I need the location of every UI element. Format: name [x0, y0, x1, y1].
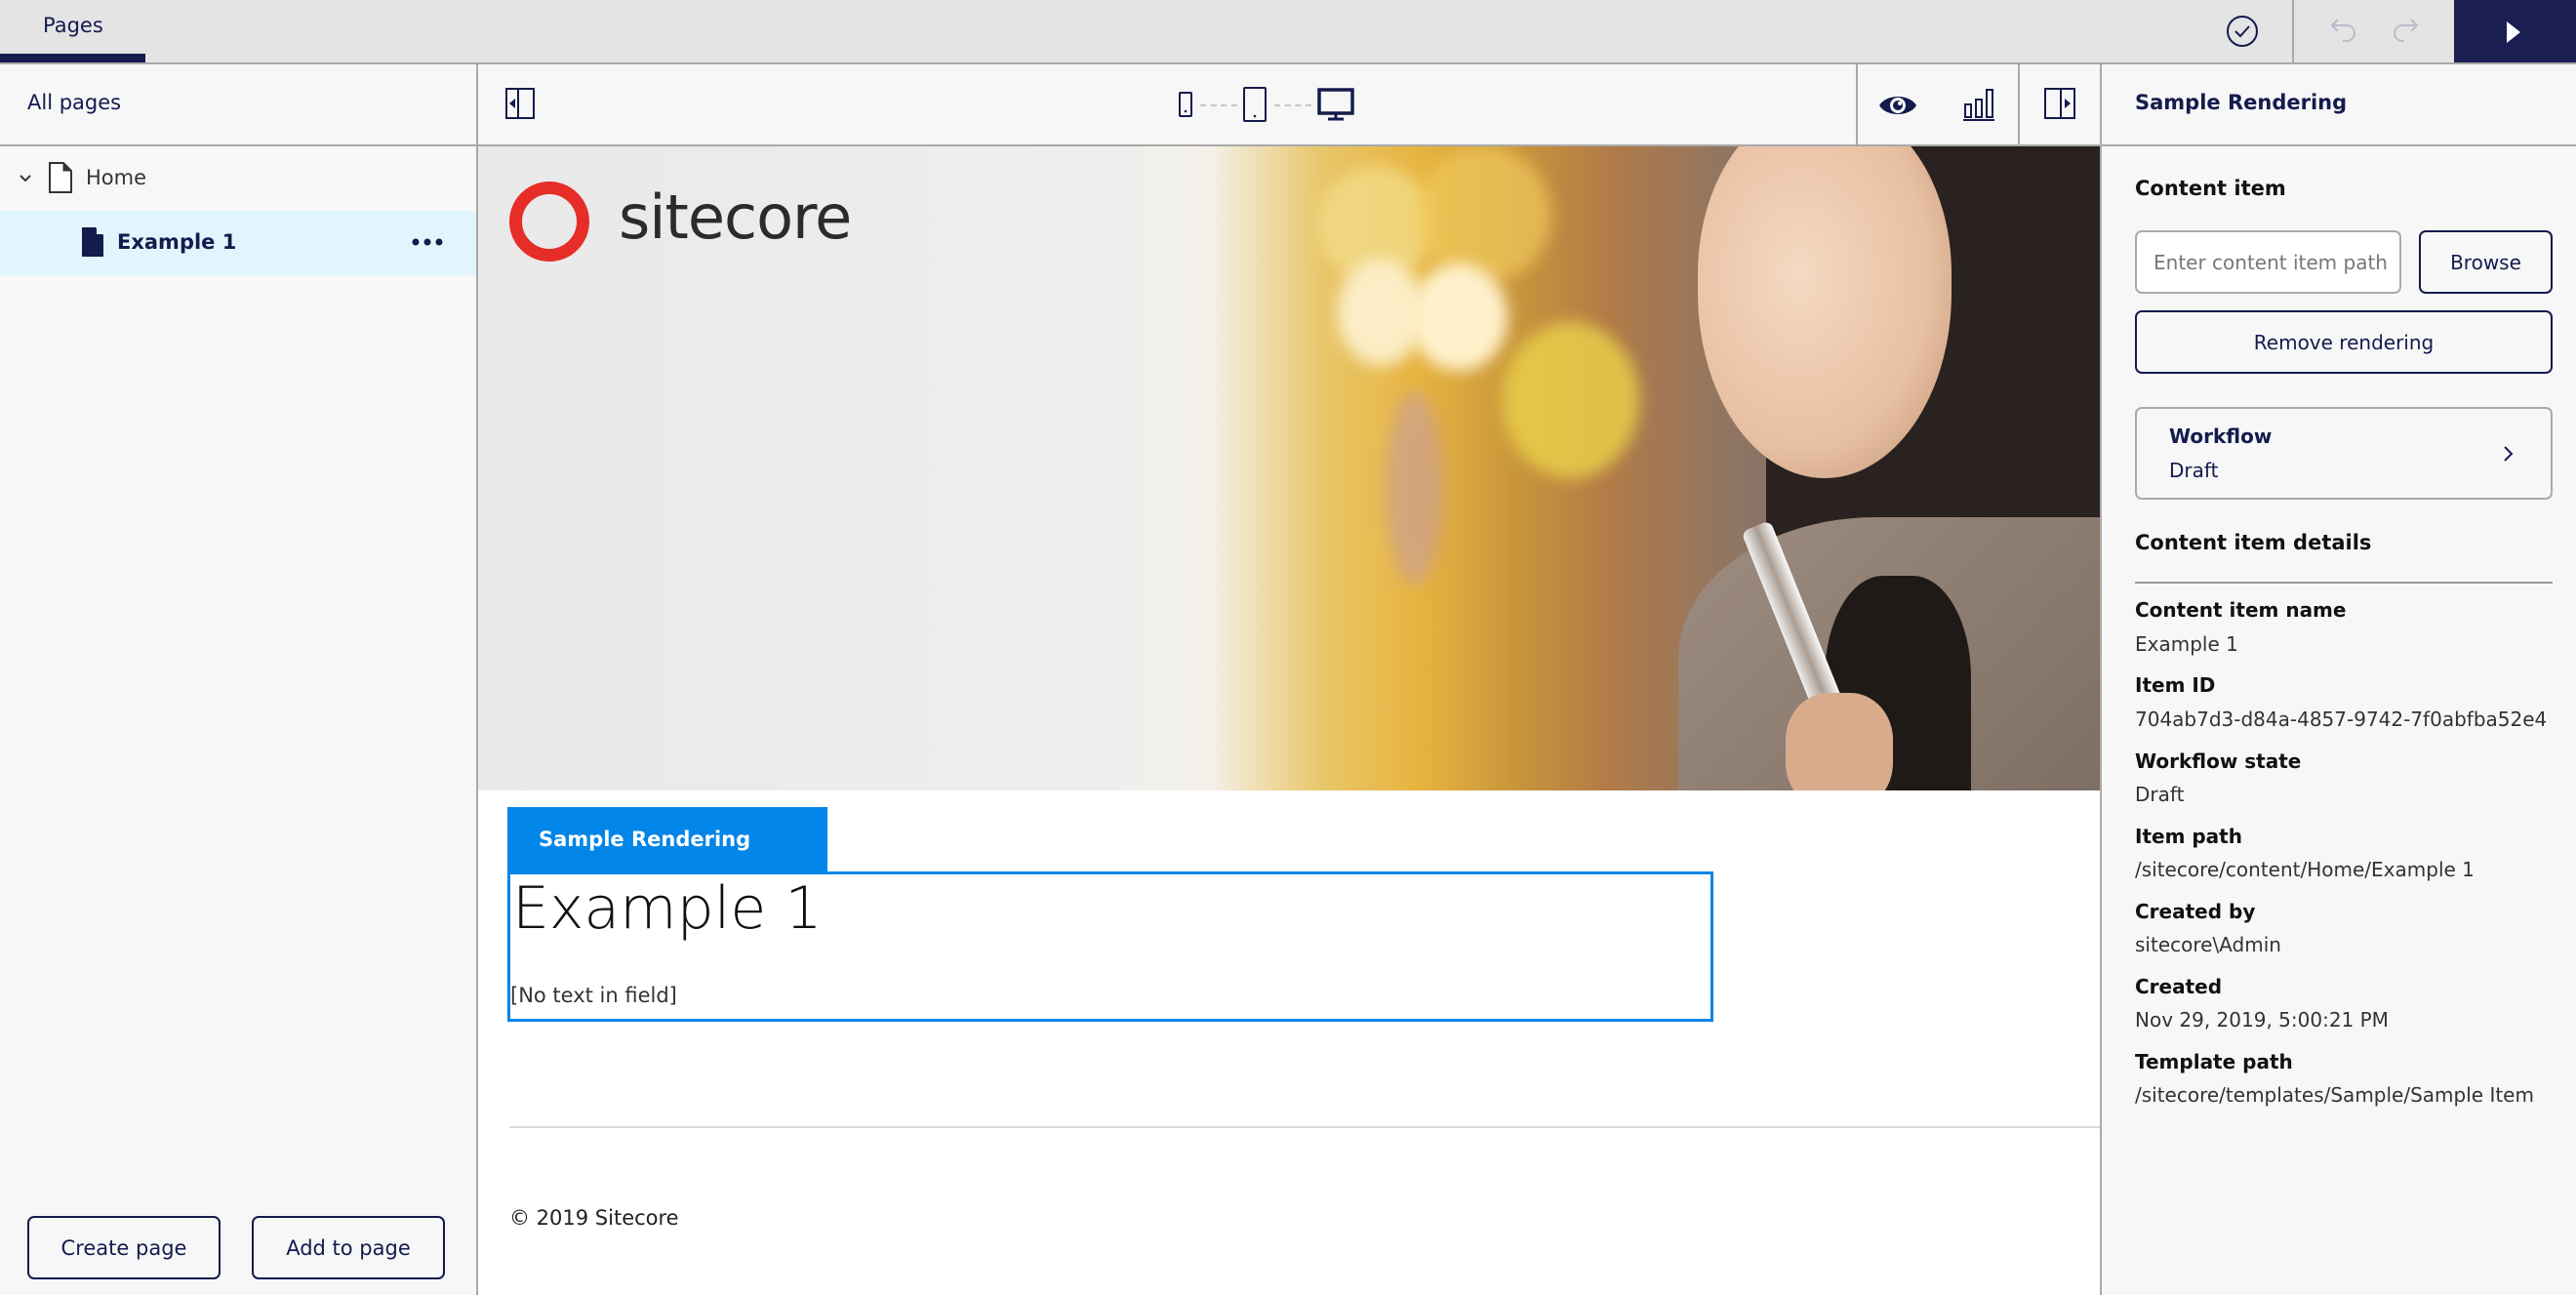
detail-label: Workflow state: [2135, 749, 2302, 773]
detail-value: Draft: [2135, 783, 2185, 806]
tab-pages[interactable]: Pages: [0, 0, 146, 62]
tree-item-example-1[interactable]: Example 1: [0, 211, 476, 275]
tree-item-label: Home: [86, 166, 147, 189]
details-divider: [2135, 582, 2553, 584]
pages-panel: All pages Home Example 1 Create page Add…: [0, 64, 478, 1295]
detail-value: 704ab7d3-d84a-4857-9742-7f0abfba52e4: [2135, 708, 2548, 731]
sitecore-logo[interactable]: sitecore: [509, 178, 852, 265]
copyright-text: © 2019 Sitecore: [509, 1206, 679, 1230]
detail-label: Content item name: [2135, 598, 2347, 622]
rendering-empty-field[interactable]: [No text in field]: [510, 984, 677, 1007]
eye-icon[interactable]: [1878, 92, 1917, 119]
device-connector: [1274, 104, 1311, 106]
content-item-path-input[interactable]: [2135, 230, 2401, 294]
workflow-value: Draft: [2169, 459, 2219, 482]
toolbar-divider: [1856, 64, 1858, 146]
device-connector: [1200, 104, 1237, 106]
undo-button[interactable]: [2325, 14, 2360, 49]
toolbar-divider: [2292, 0, 2294, 62]
create-page-button[interactable]: Create page: [27, 1216, 221, 1279]
hero-image: sitecore: [478, 146, 2100, 790]
rendering-heading[interactable]: Example 1: [512, 874, 823, 943]
tab-pages-label: Pages: [43, 14, 103, 37]
tablet-device-icon[interactable]: [1243, 87, 1267, 122]
toggle-left-panel-icon[interactable]: [505, 88, 535, 119]
redo-icon: [2394, 19, 2419, 42]
detail-value: /sitecore/templates/Sample/Sample Item: [2135, 1083, 2534, 1107]
properties-panel: Sample Rendering Content item Browse Rem…: [2100, 64, 2576, 1295]
detail-value: Example 1: [2135, 632, 2238, 656]
detail-label: Item ID: [2135, 673, 2216, 697]
analytics-bars-icon[interactable]: [1963, 88, 1994, 121]
properties-panel-title: Sample Rendering: [2135, 91, 2348, 114]
tree-item-home[interactable]: Home: [0, 146, 476, 211]
detail-label: Created by: [2135, 900, 2256, 923]
toggle-right-panel-icon[interactable]: [2044, 88, 2075, 119]
undo-icon: [2330, 19, 2355, 42]
play-icon: [2507, 21, 2520, 43]
page-outline-icon: [49, 162, 72, 193]
detail-value: Nov 29, 2019, 5:00:21 PM: [2135, 1008, 2389, 1032]
more-options-icon[interactable]: [410, 230, 445, 254]
sitecore-logo-mark: [509, 182, 589, 262]
chevron-down-icon[interactable]: [16, 168, 35, 187]
preview-play-button[interactable]: [2454, 0, 2576, 62]
all-pages-title: All pages: [27, 91, 122, 114]
rendering-chip[interactable]: Sample Rendering: [507, 807, 827, 871]
remove-rendering-button[interactable]: Remove rendering: [2135, 310, 2553, 374]
properties-panel-header: Sample Rendering: [2102, 64, 2576, 146]
workflow-card[interactable]: Workflow Draft: [2135, 407, 2553, 500]
chevron-right-icon: [2504, 446, 2514, 462]
pages-panel-header: All pages: [0, 64, 476, 146]
detail-value: /sitecore/content/Home/Example 1: [2135, 858, 2475, 881]
toolbar-divider: [2018, 64, 2020, 146]
check-circle-icon: [2227, 16, 2258, 47]
tree-item-label: Example 1: [117, 230, 237, 254]
publish-check-button[interactable]: [2225, 14, 2260, 49]
canvas-toolbar: [478, 64, 2100, 146]
active-tab-indicator: [0, 54, 145, 62]
detail-label: Created: [2135, 975, 2223, 998]
content-item-section-title: Content item: [2135, 177, 2286, 200]
browse-button[interactable]: Browse: [2419, 230, 2553, 294]
redo-button[interactable]: [2389, 14, 2424, 49]
selected-rendering[interactable]: Example 1 [No text in field]: [507, 871, 1713, 1022]
desktop-device-icon[interactable]: [1317, 88, 1354, 121]
mobile-device-icon[interactable]: [1179, 92, 1192, 117]
page-canvas[interactable]: sitecore Sample Rendering Example 1 [No …: [478, 146, 2100, 1295]
content-item-details-title: Content item details: [2135, 531, 2372, 554]
detail-label: Template path: [2135, 1050, 2293, 1073]
footer-divider: [509, 1126, 2100, 1128]
page-filled-icon: [82, 227, 103, 257]
add-to-page-button[interactable]: Add to page: [252, 1216, 445, 1279]
detail-value: sitecore\Admin: [2135, 933, 2281, 956]
detail-label: Item path: [2135, 825, 2242, 848]
sitecore-logo-text: sitecore: [619, 182, 852, 253]
top-bar: Pages: [0, 0, 2576, 64]
workflow-label: Workflow: [2169, 425, 2273, 448]
